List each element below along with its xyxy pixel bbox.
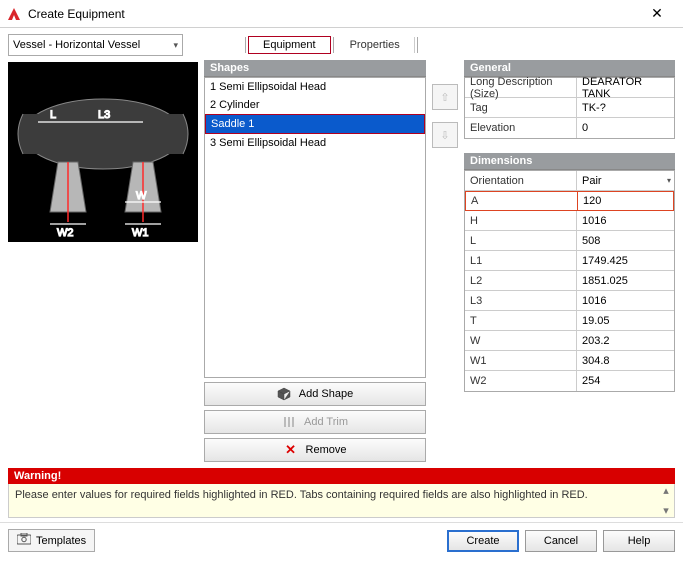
dim-key: A xyxy=(466,192,578,210)
app-icon xyxy=(6,6,22,22)
dim-value[interactable]: 508 xyxy=(577,231,674,250)
cancel-button[interactable]: Cancel xyxy=(525,530,597,552)
camera-icon xyxy=(17,533,31,548)
divider xyxy=(417,37,418,53)
general-value[interactable]: DEARATOR TANK xyxy=(577,78,674,97)
cube-icon xyxy=(277,387,291,401)
add-trim-button: Add Trim xyxy=(204,410,426,434)
warning-panel: Warning! Please enter values for require… xyxy=(8,468,675,518)
svg-text:L: L xyxy=(50,109,56,121)
general-table: Long Description (Size)DEARATOR TANK Tag… xyxy=(464,77,675,139)
dim-value[interactable]: 120 xyxy=(578,192,673,210)
equipment-type-dropdown[interactable]: Vessel - Horizontal Vessel ▾ xyxy=(8,34,183,56)
general-header: General xyxy=(464,60,675,77)
preview-image: L L3 W W1 W2 xyxy=(8,62,198,242)
move-up-button[interactable]: ⇧ xyxy=(432,84,458,110)
shape-row[interactable]: 3 Semi Ellipsoidal Head xyxy=(205,134,425,152)
dim-key: T xyxy=(465,311,577,330)
svg-text:W2: W2 xyxy=(57,227,74,239)
shapes-list: 1 Semi Ellipsoidal Head 2 Cylinder Saddl… xyxy=(204,77,426,378)
scroll-down-icon[interactable]: ▾ xyxy=(663,504,669,517)
templates-button[interactable]: Templates xyxy=(8,529,95,552)
dim-key: W xyxy=(465,331,577,350)
dim-key: L1 xyxy=(465,251,577,270)
svg-text:L3: L3 xyxy=(98,109,110,121)
general-key: Long Description (Size) xyxy=(465,78,577,97)
trim-icon xyxy=(282,415,296,429)
scroll-up-icon[interactable]: ▴ xyxy=(663,484,669,497)
dim-value[interactable]: 1749.425 xyxy=(577,251,674,270)
dim-value[interactable]: 1851.025 xyxy=(577,271,674,290)
dim-key: L3 xyxy=(465,291,577,310)
dim-key: L2 xyxy=(465,271,577,290)
chevron-down-icon: ▾ xyxy=(667,176,671,185)
general-key: Elevation xyxy=(465,118,577,138)
general-value[interactable]: TK-? xyxy=(577,98,674,117)
remove-icon: ✕ xyxy=(284,443,298,457)
warning-body: Please enter values for required fields … xyxy=(8,484,675,518)
dim-value[interactable]: 1016 xyxy=(577,291,674,310)
dim-value[interactable]: 19.05 xyxy=(577,311,674,330)
dimensions-table: OrientationPair▾ A120 H1016 L508 L11749.… xyxy=(464,170,675,392)
shape-row[interactable]: 1 Semi Ellipsoidal Head xyxy=(205,78,425,96)
dim-value[interactable]: 1016 xyxy=(577,211,674,230)
general-value[interactable]: 0 xyxy=(577,118,674,138)
shapes-header: Shapes xyxy=(204,60,426,77)
divider xyxy=(333,37,334,53)
dim-value[interactable]: 304.8 xyxy=(577,351,674,370)
dim-key: H xyxy=(465,211,577,230)
tab-equipment[interactable]: Equipment xyxy=(248,36,331,54)
arrow-down-icon: ⇩ xyxy=(440,129,449,142)
dimensions-header: Dimensions xyxy=(464,153,675,170)
create-button[interactable]: Create xyxy=(447,530,519,552)
tab-properties[interactable]: Properties xyxy=(336,37,415,53)
dialog-title: Create Equipment xyxy=(28,7,637,21)
tab-bar: Equipment Properties xyxy=(243,36,420,54)
warning-header: Warning! xyxy=(8,468,675,484)
chevron-down-icon: ▾ xyxy=(173,40,178,51)
add-shape-button[interactable]: Add Shape xyxy=(204,382,426,406)
dim-key: L xyxy=(465,231,577,250)
shape-row[interactable]: 2 Cylinder xyxy=(205,96,425,114)
move-down-button[interactable]: ⇩ xyxy=(432,122,458,148)
titlebar: Create Equipment ✕ xyxy=(0,0,683,28)
dim-value[interactable]: 254 xyxy=(577,371,674,391)
close-icon[interactable]: ✕ xyxy=(637,2,677,26)
divider xyxy=(245,37,246,53)
arrow-up-icon: ⇧ xyxy=(440,91,449,104)
help-button[interactable]: Help xyxy=(603,530,675,552)
equipment-type-value: Vessel - Horizontal Vessel xyxy=(13,39,140,51)
dim-key: W2 xyxy=(465,371,577,391)
svg-text:W: W xyxy=(136,190,147,202)
shape-row[interactable]: Saddle 1 xyxy=(205,114,425,134)
dim-key: Orientation xyxy=(465,171,577,190)
general-key: Tag xyxy=(465,98,577,117)
dim-value[interactable]: 203.2 xyxy=(577,331,674,350)
dim-key: W1 xyxy=(465,351,577,370)
remove-button[interactable]: ✕ Remove xyxy=(204,438,426,462)
svg-text:W1: W1 xyxy=(132,227,149,239)
dim-value[interactable]: Pair▾ xyxy=(577,171,674,190)
